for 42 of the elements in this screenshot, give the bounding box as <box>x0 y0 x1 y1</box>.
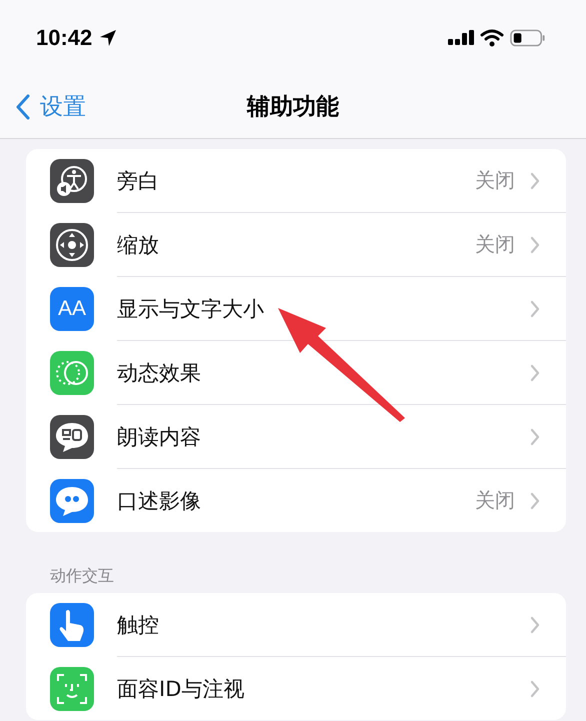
row-value: 关闭 <box>475 487 515 514</box>
section-header: 动作交互 <box>49 565 115 587</box>
row-label: 缩放 <box>117 232 160 258</box>
speech-bubble-icon <box>50 414 94 458</box>
chevron-icon <box>530 300 540 318</box>
page-title: 辅助功能 <box>247 93 339 122</box>
back-button[interactable]: 设置 <box>0 91 86 122</box>
row-label: 朗读内容 <box>117 424 202 450</box>
chevron-icon <box>530 492 540 510</box>
chevron-icon <box>530 428 540 446</box>
settings-row[interactable]: 口述影像 关闭 <box>26 469 566 532</box>
quote-bubble-icon <box>50 478 94 522</box>
row-value: 关闭 <box>475 167 515 194</box>
battery-icon <box>510 28 546 46</box>
settings-row[interactable]: 缩放 关闭 <box>26 213 566 276</box>
chevron-icon <box>530 616 540 634</box>
hand-icon <box>50 602 94 646</box>
chevron-icon <box>530 364 540 382</box>
settings-row[interactable]: 旁白 关闭 <box>26 149 566 212</box>
row-value: 关闭 <box>475 231 515 258</box>
row-label: 面容ID与注视 <box>117 676 246 702</box>
settings-row[interactable]: 触控 <box>26 593 566 656</box>
chevron-icon <box>530 680 540 698</box>
accessibility-figure-icon <box>50 158 94 202</box>
wifi-icon <box>480 28 504 46</box>
face-frame-icon <box>50 666 94 710</box>
row-label: 旁白 <box>117 168 160 194</box>
settings-row[interactable]: 面容ID与注视 <box>26 657 566 720</box>
location-arrow-icon <box>98 28 118 48</box>
circles-icon <box>50 350 94 394</box>
status-time: 10:42 <box>36 24 92 50</box>
chevron-icon <box>530 172 540 190</box>
text-size-icon: AA <box>50 286 94 330</box>
row-label: 动态效果 <box>117 360 202 386</box>
row-label: 触控 <box>117 612 160 638</box>
settings-row[interactable]: 朗读内容 <box>26 405 566 468</box>
chevron-icon <box>530 236 540 254</box>
circle-arrows-icon <box>50 222 94 266</box>
back-chevron-icon <box>16 94 30 120</box>
row-label: 口述影像 <box>117 488 202 514</box>
signal-icon <box>448 30 474 46</box>
row-label: 显示与文字大小 <box>117 296 265 322</box>
